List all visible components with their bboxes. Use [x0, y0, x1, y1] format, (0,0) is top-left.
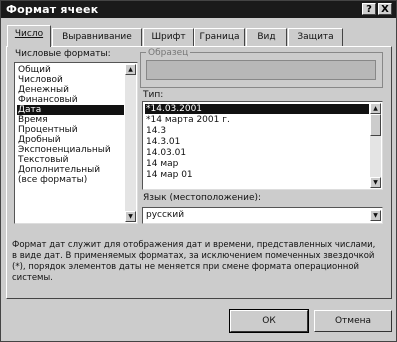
formats-scrollbar[interactable]: ▲ ▼ — [125, 64, 136, 222]
format-item-scientific[interactable]: Экспоненциальный — [17, 145, 111, 155]
type-list[interactable]: *14.03.2001 *14 марта 2001 г. 14.3 14.3.… — [142, 101, 383, 190]
ok-button[interactable]: ОК — [229, 309, 309, 333]
dialog-title: Формат ячеек — [6, 3, 99, 16]
tab-font[interactable]: Шрифт — [143, 28, 194, 46]
down-arrow-icon[interactable]: ▼ — [370, 177, 381, 188]
format-item-currency[interactable]: Денежный — [17, 85, 69, 95]
language-select[interactable]: русский ▼ — [142, 207, 383, 224]
type-scrollbar[interactable]: ▲ ▼ — [370, 103, 381, 188]
title-bar: Формат ячеек ? X — [1, 1, 396, 18]
type-item[interactable]: 14.3.01 — [145, 137, 180, 147]
cancel-button[interactable]: Отмена — [314, 310, 392, 332]
format-description: Формат дат служит для отображения дат и … — [12, 240, 376, 283]
type-item[interactable]: 14 мар — [145, 159, 178, 169]
tab-view[interactable]: Вид — [246, 28, 287, 46]
type-item[interactable]: 14 мар 01 — [145, 170, 193, 180]
up-arrow-icon[interactable]: ▲ — [125, 64, 136, 75]
format-item-special[interactable]: Дополнительный — [17, 165, 100, 175]
tab-number-label: Число — [14, 29, 44, 39]
type-label: Тип: — [143, 90, 164, 100]
format-item-general[interactable]: Общий — [17, 65, 51, 75]
format-item-numeric[interactable]: Числовой — [17, 75, 63, 85]
tab-number[interactable]: Число — [7, 25, 51, 47]
tab-border[interactable]: Граница — [194, 28, 245, 46]
format-item-time[interactable]: Время — [17, 115, 48, 125]
chevron-down-icon[interactable]: ▼ — [370, 210, 381, 221]
type-item[interactable]: *14 марта 2001 г. — [145, 115, 230, 125]
help-button[interactable]: ? — [362, 3, 376, 15]
type-item[interactable]: 14.03.01 — [145, 148, 186, 158]
close-button[interactable]: X — [378, 3, 392, 15]
language-value: русский — [146, 210, 185, 220]
tab-protection[interactable]: Защита — [288, 28, 343, 46]
format-item-accounting[interactable]: Финансовый — [17, 95, 78, 105]
down-arrow-icon[interactable]: ▼ — [125, 211, 136, 222]
format-item-date[interactable]: Дата — [17, 105, 124, 115]
sample-label: Образец — [146, 48, 191, 58]
format-cells-dialog: Формат ячеек ? X Число Выравнивание Шриф… — [0, 0, 397, 342]
type-item[interactable]: 14.3 — [145, 126, 166, 136]
format-item-text[interactable]: Текстовый — [17, 155, 68, 165]
format-item-percent[interactable]: Процентный — [17, 125, 78, 135]
language-label: Язык (местоположение): — [143, 193, 262, 203]
format-item-fraction[interactable]: Дробный — [17, 135, 61, 145]
scroll-thumb[interactable] — [370, 114, 381, 136]
format-item-all[interactable]: (все форматы) — [17, 175, 87, 185]
number-formats-label: Числовые форматы: — [15, 49, 111, 59]
tab-alignment[interactable]: Выравнивание — [52, 28, 142, 46]
number-tab-panel: Числовые форматы: Общий Числовой Денежны… — [6, 46, 392, 299]
type-item[interactable]: *14.03.2001 — [145, 104, 369, 114]
up-arrow-icon[interactable]: ▲ — [370, 103, 381, 114]
number-formats-list[interactable]: Общий Числовой Денежный Финансовый Дата … — [14, 62, 138, 224]
sample-value — [146, 60, 376, 80]
